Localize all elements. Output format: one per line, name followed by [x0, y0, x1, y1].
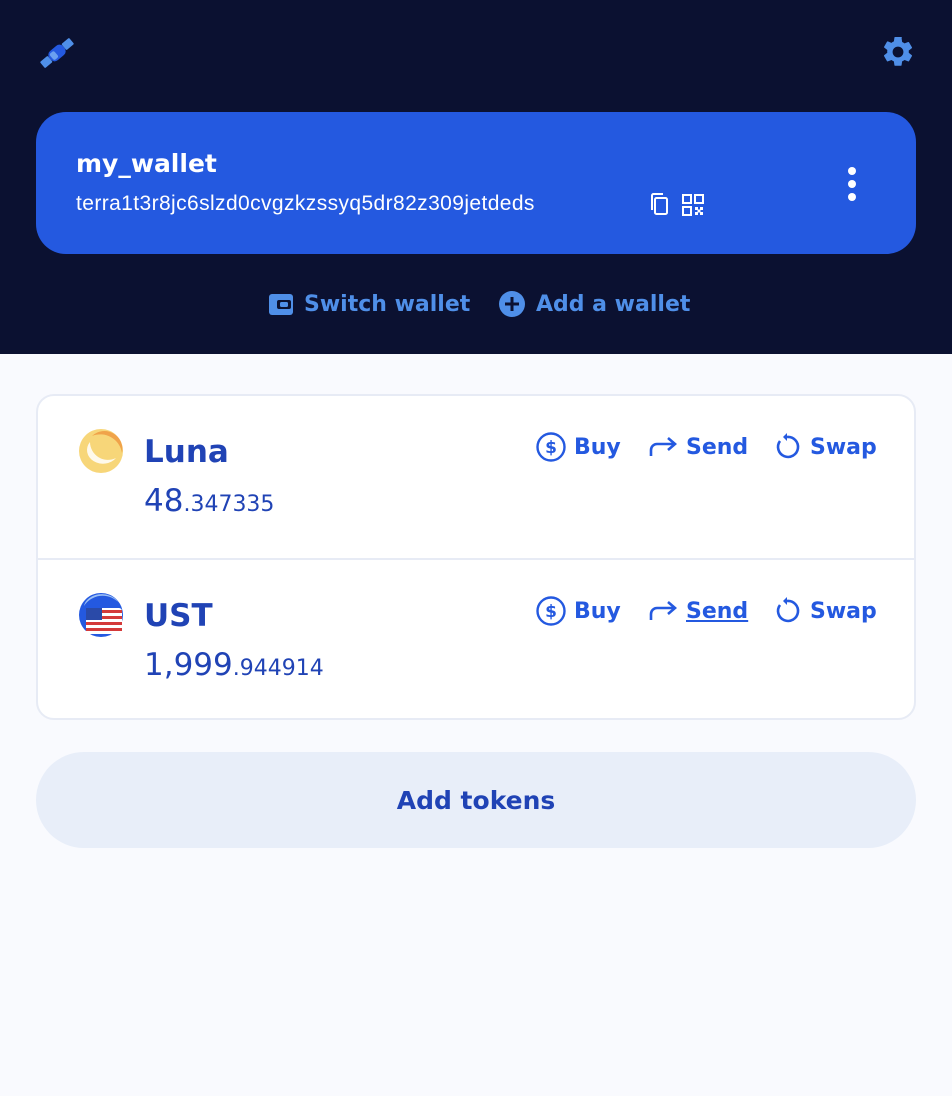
dollar-circle-icon: $ [536, 432, 566, 462]
amount-integer: 1,999 [144, 647, 233, 683]
luna-token-icon [79, 429, 123, 473]
copy-icon[interactable] [648, 192, 672, 218]
token-name: Luna [144, 434, 229, 470]
switch-wallet-label: Switch wallet [304, 291, 471, 317]
token-name: UST [144, 598, 213, 634]
refresh-icon [776, 433, 800, 459]
wallet-name: my_wallet [76, 149, 217, 178]
amount-decimal: .347335 [183, 492, 275, 517]
send-arrow-icon [649, 437, 677, 456]
asset-list: Luna 48.347335 $ Buy Send Swap UST 1,999… [36, 394, 916, 720]
header: my_wallet terra1t3r8jc6slzd0cvgzkzssyq5d… [0, 0, 952, 354]
add-wallet-label: Add a wallet [536, 291, 691, 317]
send-arrow-icon [649, 601, 677, 620]
swap-label: Swap [810, 434, 877, 460]
buy-ust-button[interactable]: $ Buy [536, 594, 621, 628]
plus-circle-icon [499, 291, 525, 317]
token-amount: 1,999.944914 [144, 646, 324, 689]
send-ust-button[interactable]: Send [648, 594, 748, 628]
add-tokens-button[interactable]: Add tokens [36, 752, 916, 848]
svg-text:$: $ [545, 438, 557, 458]
satellite-icon[interactable] [36, 32, 78, 74]
send-label: Send [686, 598, 749, 624]
svg-text:$: $ [545, 602, 557, 622]
gear-icon[interactable] [880, 34, 916, 70]
buy-luna-button[interactable]: $ Buy [536, 430, 621, 464]
buy-label: Buy [574, 434, 621, 460]
wallet-actions: Switch wallet Add a wallet [0, 284, 952, 324]
send-label: Send [686, 434, 749, 460]
swap-luna-button[interactable]: Swap [772, 430, 877, 464]
send-luna-button[interactable]: Send [648, 430, 748, 464]
dollar-circle-icon: $ [536, 596, 566, 626]
asset-row-luna: Luna 48.347335 $ Buy Send Swap [38, 396, 914, 558]
wallet-icon [269, 294, 293, 315]
switch-wallet-button[interactable]: Switch wallet [268, 284, 470, 324]
more-vertical-icon[interactable] [842, 166, 862, 202]
add-wallet-button[interactable]: Add a wallet [498, 284, 690, 324]
wallet-card: my_wallet terra1t3r8jc6slzd0cvgzkzssyq5d… [36, 112, 916, 254]
swap-label: Swap [810, 598, 877, 624]
amount-integer: 48 [144, 483, 184, 519]
swap-ust-button[interactable]: Swap [772, 594, 877, 628]
wallet-address: terra1t3r8jc6slzd0cvgzkzssyq5dr82z309jet… [76, 192, 535, 215]
qr-code-icon[interactable] [682, 194, 704, 216]
asset-row-ust: UST 1,999.944914 $ Buy Send Swap [38, 558, 914, 720]
buy-label: Buy [574, 598, 621, 624]
amount-decimal: .944914 [232, 656, 324, 681]
ust-token-icon [79, 593, 123, 637]
refresh-icon [776, 597, 800, 623]
token-amount: 48.347335 [144, 482, 274, 525]
